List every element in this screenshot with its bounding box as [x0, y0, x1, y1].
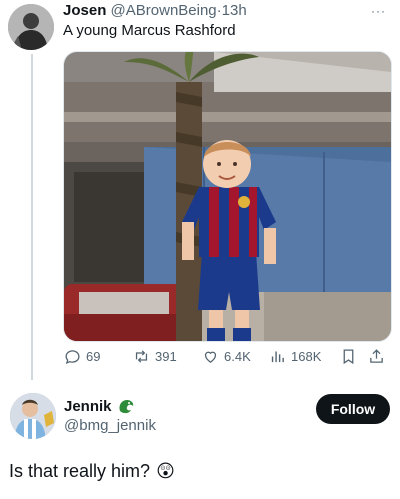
follow-button[interactable]: Follow — [316, 394, 390, 424]
reply-user-name[interactable]: Jennik — [64, 398, 112, 415]
retweet-button[interactable]: 391 — [133, 348, 177, 365]
tweet-text: A young Marcus Rashford — [63, 22, 236, 39]
like-count: 6.4K — [224, 349, 251, 364]
share-button[interactable] — [368, 348, 385, 365]
photo-young-footballer — [64, 52, 391, 341]
bookmark-icon — [343, 349, 354, 365]
reply-user-avatar[interactable] — [10, 393, 56, 439]
author-handle[interactable]: @ABrownBeing — [111, 2, 217, 19]
reply-text: Is that really him? — [9, 461, 151, 481]
author-avatar-image — [8, 4, 54, 50]
tweet-photo[interactable] — [63, 51, 392, 342]
reply-user-name-row: Jennik — [64, 397, 136, 415]
share-icon — [370, 349, 383, 363]
thread-line — [31, 54, 33, 380]
tweet-time[interactable]: 13h — [222, 2, 247, 19]
reply-count: 69 — [86, 349, 101, 364]
bookmark-button[interactable] — [340, 348, 357, 365]
retweet-count: 391 — [155, 349, 177, 364]
author-name[interactable]: Josen — [63, 2, 106, 19]
more-options-icon[interactable]: ··· — [371, 4, 386, 18]
reply-text-row: Is that really him? 😲 — [9, 461, 175, 482]
author-avatar[interactable] — [8, 4, 54, 50]
views-chart-icon — [271, 351, 284, 363]
heart-icon — [204, 351, 217, 363]
reply-button[interactable]: 69 — [64, 348, 100, 365]
tweet-header: Josen @ABrownBeing·13h — [63, 2, 247, 19]
reply-icon — [65, 350, 80, 364]
views-button[interactable]: 168K — [269, 348, 321, 365]
reply-avatar-image — [10, 393, 56, 439]
like-button[interactable]: 6.4K — [202, 348, 251, 365]
dragon-icon — [119, 400, 133, 414]
retweet-icon — [135, 350, 148, 363]
astonished-face-emoji: 😲 — [156, 461, 175, 482]
reply-user-handle[interactable]: @bmg_jennik — [64, 417, 156, 434]
views-count: 168K — [291, 349, 322, 364]
